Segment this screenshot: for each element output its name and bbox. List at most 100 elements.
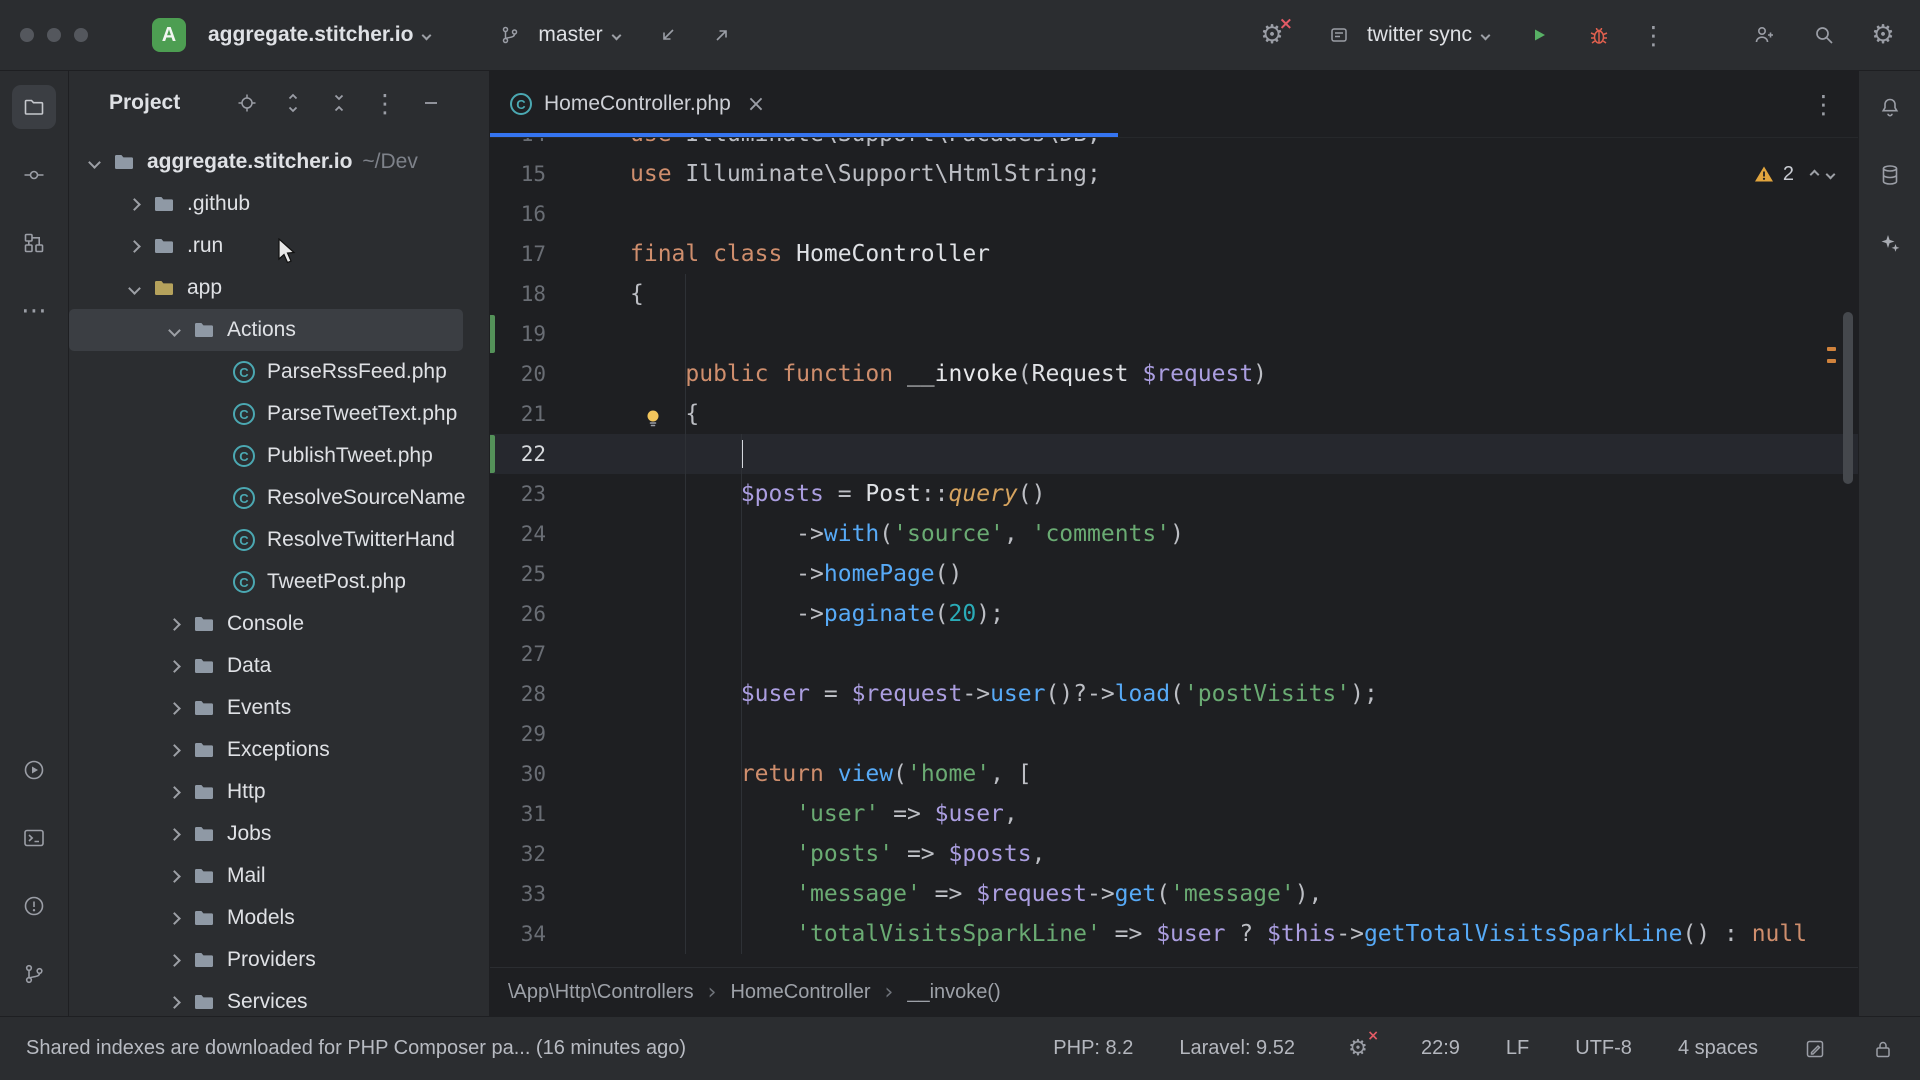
tree-item-models[interactable]: Models: [69, 897, 489, 939]
inspection-widget[interactable]: 2: [1754, 154, 1834, 194]
laravel-version[interactable]: Laravel: 9.52: [1179, 1037, 1295, 1060]
code-line-31[interactable]: 31 'user' => $user,: [490, 794, 1858, 834]
code-line-16[interactable]: 16: [490, 194, 1858, 234]
code-line-18[interactable]: 18{: [490, 274, 1858, 314]
run-button[interactable]: [1521, 17, 1557, 53]
code-text[interactable]: {: [630, 274, 1858, 314]
tree-item-resolvesourcename[interactable]: CResolveSourceName: [69, 477, 489, 519]
readonly-lock-icon[interactable]: [1872, 1038, 1894, 1060]
tree-item-console[interactable]: Console: [69, 603, 489, 645]
file-encoding[interactable]: UTF-8: [1575, 1037, 1632, 1060]
tree-item-parserssfeed-php[interactable]: CParseRssFeed.php: [69, 351, 489, 393]
gutter[interactable]: 31: [490, 794, 630, 834]
chevron-right-icon[interactable]: [159, 704, 189, 713]
code-text[interactable]: [630, 434, 1858, 474]
prev-warning-icon[interactable]: [1810, 169, 1820, 179]
project-switcher[interactable]: aggregate.stitcher.io: [200, 17, 438, 53]
code-text[interactable]: use Illuminate\Support\Facades\DB;: [630, 138, 1858, 154]
window-close-button[interactable]: [20, 28, 34, 42]
more-tool-windows-icon[interactable]: ⋯: [12, 289, 56, 333]
php-version[interactable]: PHP: 8.2: [1053, 1037, 1133, 1060]
gutter[interactable]: 19: [490, 314, 630, 354]
gutter[interactable]: 14: [490, 138, 630, 154]
tree-item-providers[interactable]: Providers: [69, 939, 489, 981]
breadcrumb-item[interactable]: __invoke(): [907, 981, 1000, 1004]
code-line-24[interactable]: 24 ->with('source', 'comments'): [490, 514, 1858, 554]
terminal-tool-button[interactable]: [12, 816, 56, 860]
chevron-down-icon[interactable]: [159, 326, 189, 335]
tree-item--github[interactable]: .github: [69, 183, 489, 225]
commit-tool-button[interactable]: [12, 153, 56, 197]
tree-item-exceptions[interactable]: Exceptions: [69, 729, 489, 771]
code-text[interactable]: [630, 194, 1858, 234]
editor-options-icon[interactable]: ⋮: [1811, 90, 1858, 119]
gutter[interactable]: 27: [490, 634, 630, 674]
code-text[interactable]: {: [630, 394, 1858, 434]
code-text[interactable]: public function __invoke(Request $reques…: [630, 354, 1858, 394]
tree-item-actions[interactable]: Actions: [69, 309, 463, 351]
settings-sync-error-icon[interactable]: ⚙×: [1341, 1032, 1375, 1066]
gutter[interactable]: 26: [490, 594, 630, 634]
problems-tool-button[interactable]: [12, 884, 56, 928]
code-text[interactable]: 'totalVisitsSparkLine' => $user ? $this-…: [630, 914, 1858, 954]
code-text[interactable]: 'user' => $user,: [630, 794, 1858, 834]
code-line-27[interactable]: 27: [490, 634, 1858, 674]
code-line-30[interactable]: 30 return view('home', [: [490, 754, 1858, 794]
tree-item-app[interactable]: app: [69, 267, 489, 309]
code-text[interactable]: use Illuminate\Support\HtmlString;: [630, 154, 1858, 194]
gutter[interactable]: 29: [490, 714, 630, 754]
chevron-down-icon[interactable]: [119, 284, 149, 293]
code-line-33[interactable]: 33 'message' => $request->get('message')…: [490, 874, 1858, 914]
window-minimize-button[interactable]: [47, 28, 61, 42]
warning-stripe-mark[interactable]: [1827, 359, 1836, 363]
editor-scrollbar[interactable]: [1843, 312, 1853, 484]
tree-item-services[interactable]: Services: [69, 981, 489, 1016]
code-line-20[interactable]: 20 public function __invoke(Request $req…: [490, 354, 1858, 394]
code-text[interactable]: [630, 714, 1858, 754]
settings-icon[interactable]: ⚙: [1866, 18, 1900, 52]
code-line-19[interactable]: 19: [490, 314, 1858, 354]
structure-tool-button[interactable]: [12, 221, 56, 265]
window-zoom-button[interactable]: [74, 28, 88, 42]
gutter[interactable]: 34: [490, 914, 630, 954]
search-everywhere-icon[interactable]: [1806, 17, 1842, 53]
collapse-all-icon[interactable]: [321, 85, 357, 121]
gutter[interactable]: 25: [490, 554, 630, 594]
gutter[interactable]: 30: [490, 754, 630, 794]
version-control-tool-button[interactable]: [12, 952, 56, 996]
gutter[interactable]: 24: [490, 514, 630, 554]
code-line-25[interactable]: 25 ->homePage(): [490, 554, 1858, 594]
tree-item-mail[interactable]: Mail: [69, 855, 489, 897]
code-line-32[interactable]: 32 'posts' => $posts,: [490, 834, 1858, 874]
gutter[interactable]: 23: [490, 474, 630, 514]
code-editor[interactable]: 14use Illuminate\Support\Facades\DB;15us…: [490, 138, 1858, 967]
code-text[interactable]: 'message' => $request->get('message'),: [630, 874, 1858, 914]
code-text[interactable]: $posts = Post::query(): [630, 474, 1858, 514]
gutter[interactable]: 21: [490, 394, 630, 434]
code-line-15[interactable]: 15use Illuminate\Support\HtmlString;: [490, 154, 1858, 194]
tab-homecontroller[interactable]: C HomeController.php ×: [490, 71, 785, 137]
warning-stripe-mark[interactable]: [1827, 347, 1836, 351]
gutter[interactable]: 22: [490, 434, 630, 474]
code-line-23[interactable]: 23 $posts = Post::query(): [490, 474, 1858, 514]
line-separator[interactable]: LF: [1506, 1037, 1529, 1060]
chevron-right-icon[interactable]: [159, 620, 189, 629]
gutter[interactable]: 17: [490, 234, 630, 274]
tree-item-events[interactable]: Events: [69, 687, 489, 729]
code-text[interactable]: ->with('source', 'comments'): [630, 514, 1858, 554]
hide-panel-icon[interactable]: [413, 85, 449, 121]
gutter[interactable]: 16: [490, 194, 630, 234]
indent-edit-icon[interactable]: [1804, 1038, 1826, 1060]
code-text[interactable]: [630, 314, 1858, 354]
tree-item-parsetweettext-php[interactable]: CParseTweetText.php: [69, 393, 489, 435]
code-line-21[interactable]: 21 {: [490, 394, 1858, 434]
project-tool-button[interactable]: [12, 85, 56, 129]
notifications-bell-icon[interactable]: [1868, 85, 1912, 129]
code-line-28[interactable]: 28 $user = $request->user()?->load('post…: [490, 674, 1858, 714]
code-text[interactable]: ->homePage(): [630, 554, 1858, 594]
chevron-right-icon[interactable]: [119, 242, 149, 251]
panel-options-icon[interactable]: ⋮: [367, 85, 403, 121]
gutter[interactable]: 32: [490, 834, 630, 874]
tree-item-data[interactable]: Data: [69, 645, 489, 687]
tree-item-publishtweet-php[interactable]: CPublishTweet.php: [69, 435, 489, 477]
